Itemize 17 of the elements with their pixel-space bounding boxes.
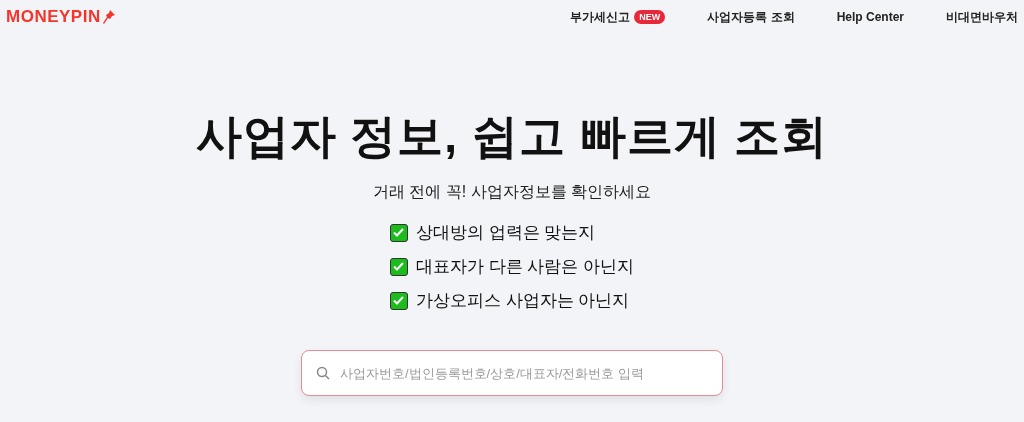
nav-link[interactable]: Help Center — [836, 10, 904, 24]
check-icon — [393, 228, 405, 237]
page-title: 사업자 정보, 쉽고 빠르게 조회 — [195, 109, 829, 164]
new-badge: NEW — [634, 10, 666, 24]
nav-link[interactable]: 비대면바우처 — [946, 8, 1018, 26]
nav-link[interactable]: 부가세신고 NEW — [570, 8, 666, 26]
pin-icon — [101, 9, 116, 25]
subtitle: 거래 전에 꼭! 사업자정보를 확인하세요 — [372, 182, 652, 202]
nav-link[interactable]: 사업자등록 조회 — [707, 8, 795, 26]
check-icon — [393, 262, 405, 271]
checklist-item: 상대방의 업력은 맞는지 — [415, 222, 596, 244]
checklist-item: 대표자가 다른 사람은 아닌지 — [415, 256, 635, 278]
logo[interactable]: MONEYPIN — [6, 7, 101, 27]
checklist-item: 가상오피스 사업자는 아닌지 — [415, 290, 630, 312]
check-icon — [393, 296, 405, 305]
search-icon — [316, 366, 330, 380]
search-field[interactable]: 사업자번호/법인등록번호/상호/대표자/전화번호 입력 — [301, 350, 723, 396]
